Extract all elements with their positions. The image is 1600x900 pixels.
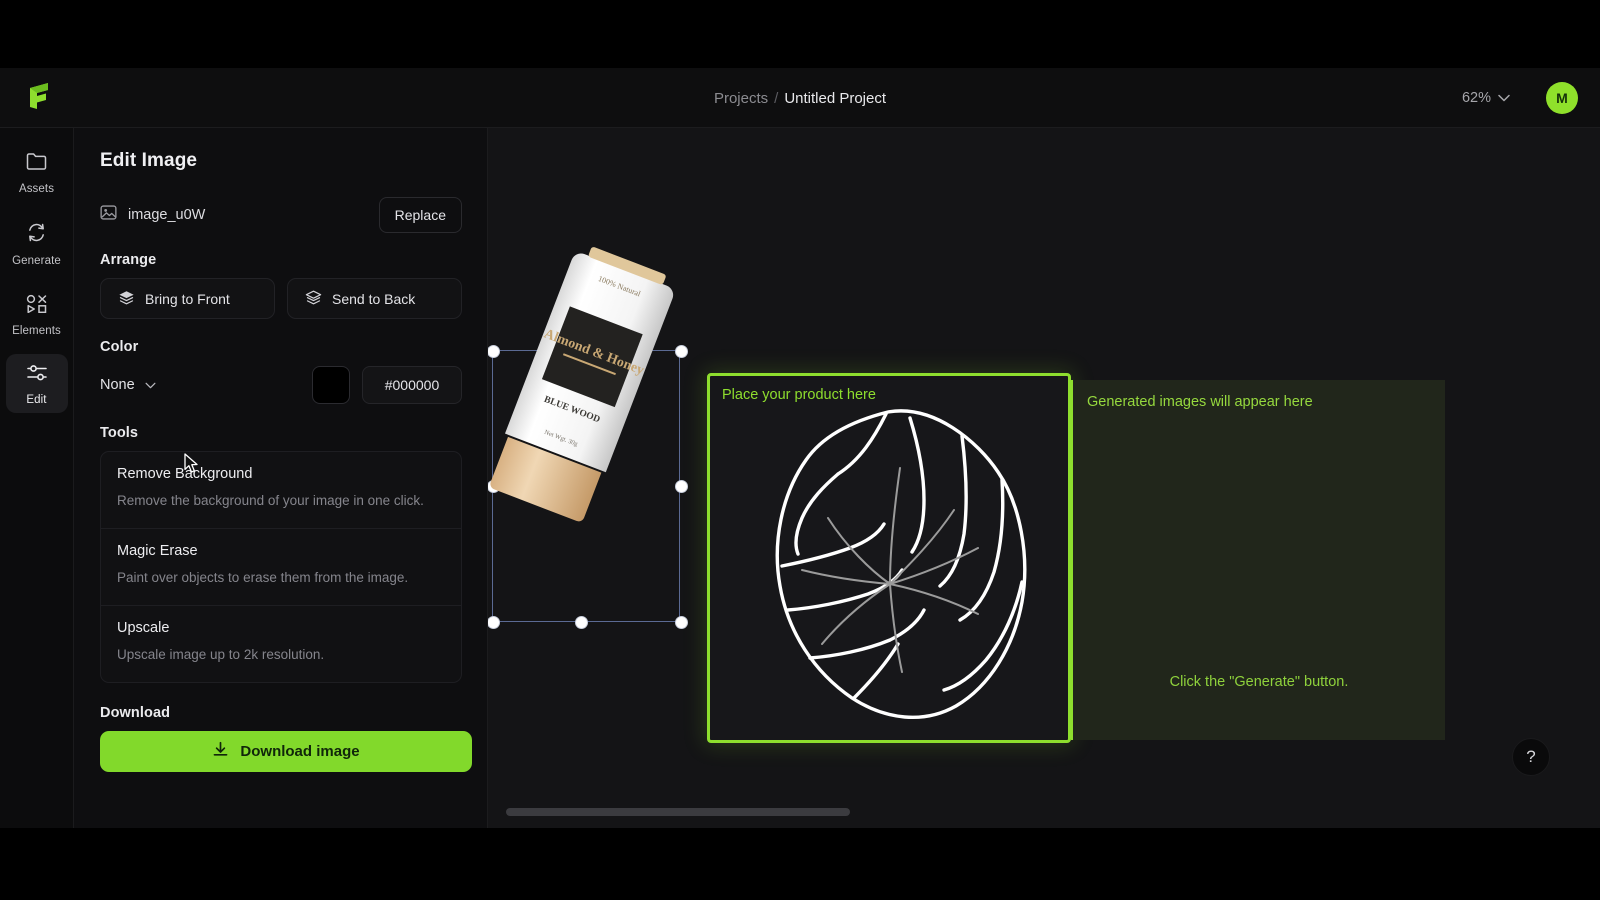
- rail-item-label: Edit: [26, 394, 46, 406]
- folder-icon: [26, 152, 47, 176]
- bring-to-front-label: Bring to Front: [145, 291, 230, 307]
- color-row: None #000000: [100, 365, 462, 405]
- color-swatch[interactable]: [312, 366, 350, 404]
- avatar-initial: M: [1556, 90, 1568, 106]
- breadcrumb: Projects / Untitled Project: [0, 68, 1600, 128]
- layers-back-icon: [305, 290, 322, 308]
- color-mode-value: None: [100, 377, 135, 393]
- color-heading: Color: [100, 339, 488, 355]
- product-dropzone[interactable]: Place your product here: [707, 373, 1071, 743]
- download-heading: Download: [100, 705, 488, 721]
- arrange-row: Bring to Front Send to Back: [100, 278, 462, 319]
- rail-item-label: Assets: [19, 183, 54, 195]
- rail-item-label: Elements: [12, 325, 61, 337]
- app-viewport: Projects / Untitled Project 62% M: [0, 68, 1600, 828]
- app-root: Projects / Untitled Project 62% M: [0, 0, 1600, 900]
- generated-images-label: Generated images will appear here: [1087, 394, 1313, 410]
- zoom-level-value: 62%: [1462, 90, 1491, 106]
- scrollbar-thumb[interactable]: [506, 808, 850, 816]
- rail-item-label: Generate: [12, 255, 61, 267]
- send-to-back-label: Send to Back: [332, 291, 415, 307]
- bring-to-front-button[interactable]: Bring to Front: [100, 278, 275, 319]
- rail-item-edit[interactable]: Edit: [6, 354, 68, 413]
- tool-card-magic-erase[interactable]: Magic Erase Paint over objects to erase …: [100, 529, 462, 606]
- download-image-label: Download image: [240, 743, 359, 760]
- tool-card-remove-background[interactable]: Remove Background Remove the background …: [100, 451, 462, 529]
- resize-handle-bottom-center[interactable]: [575, 616, 588, 629]
- canvas-area[interactable]: 100% Natural Almond & Honey BLUE WOOD Ne…: [488, 128, 1600, 828]
- top-bar: Projects / Untitled Project 62% M: [0, 68, 1600, 128]
- help-button[interactable]: ?: [1512, 738, 1550, 776]
- file-row: image_u0W Replace: [100, 198, 462, 232]
- canvas-horizontal-scrollbar[interactable]: [506, 808, 1578, 816]
- sliders-icon: [26, 364, 48, 387]
- color-mode-select[interactable]: None: [100, 377, 156, 393]
- send-to-back-button[interactable]: Send to Back: [287, 278, 462, 319]
- tool-name: Upscale: [117, 620, 445, 636]
- rail-item-generate[interactable]: Generate: [6, 212, 68, 274]
- tools-heading: Tools: [100, 425, 488, 441]
- breadcrumb-current-project[interactable]: Untitled Project: [784, 90, 886, 107]
- rail-item-assets[interactable]: Assets: [6, 142, 68, 202]
- tool-description: Upscale image up to 2k resolution.: [117, 645, 445, 666]
- user-avatar[interactable]: M: [1546, 82, 1578, 114]
- shapes-icon: [26, 294, 48, 318]
- canvas-board[interactable]: 100% Natural Almond & Honey BLUE WOOD Ne…: [488, 128, 1600, 804]
- tool-name: Magic Erase: [117, 543, 445, 559]
- resize-handle-bottom-left[interactable]: [488, 616, 500, 629]
- tool-card-upscale[interactable]: Upscale Upscale image up to 2k resolutio…: [100, 606, 462, 683]
- image-icon: [100, 204, 117, 226]
- replace-button[interactable]: Replace: [379, 197, 462, 233]
- download-icon: [212, 741, 229, 762]
- generated-images-panel[interactable]: Generated images will appear here Click …: [1071, 380, 1445, 740]
- layers-front-icon: [118, 290, 135, 308]
- dropzone-label: Place your product here: [722, 387, 876, 403]
- refresh-icon: [26, 222, 47, 248]
- zoom-control[interactable]: 62%: [1462, 68, 1510, 128]
- page-title: Edit Image: [74, 128, 488, 172]
- color-hex-value: #000000: [385, 377, 440, 393]
- breadcrumb-projects[interactable]: Projects: [714, 90, 768, 107]
- file-name: image_u0W: [128, 207, 205, 223]
- tool-description: Paint over objects to erase them from th…: [117, 568, 445, 589]
- rail-item-elements[interactable]: Elements: [6, 284, 68, 344]
- edit-image-panel: Edit Image image_u0W Replace Arrange: [74, 128, 488, 828]
- generate-hint-text: Click the "Generate" button.: [1073, 674, 1445, 690]
- download-image-button[interactable]: Download image: [100, 731, 472, 772]
- chevron-down-icon: [145, 377, 156, 393]
- color-hex-input: #000000: [362, 366, 462, 404]
- product-tube-image[interactable]: 100% Natural Almond & Honey BLUE WOOD Ne…: [488, 228, 679, 534]
- question-mark-icon: ?: [1526, 747, 1535, 767]
- chevron-down-icon: [1498, 90, 1510, 106]
- tool-description: Remove the background of your image in o…: [117, 491, 445, 512]
- arrange-heading: Arrange: [100, 252, 488, 268]
- breadcrumb-separator: /: [774, 90, 778, 107]
- monstera-leaf-image: [710, 376, 1068, 740]
- tool-name: Remove Background: [117, 466, 445, 482]
- left-rail: Assets Generate: [0, 128, 74, 828]
- resize-handle-bottom-right[interactable]: [675, 616, 688, 629]
